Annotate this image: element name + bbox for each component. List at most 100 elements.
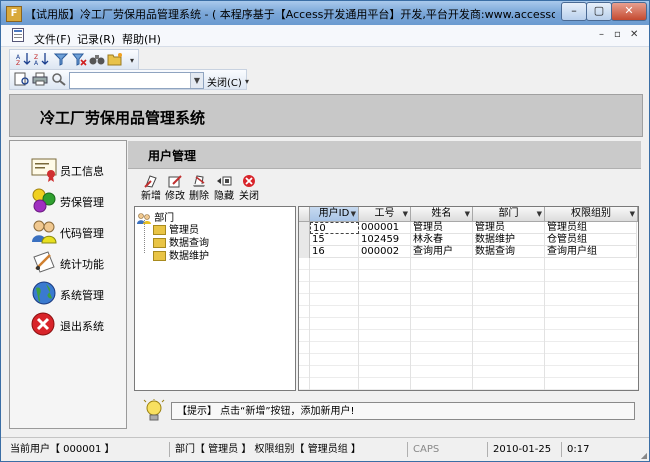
toolbar2-overflow-icon[interactable]: ▾ [245, 77, 249, 86]
chevron-down-icon[interactable]: ▼ [465, 207, 470, 221]
print-preview-icon[interactable] [14, 72, 30, 86]
chevron-down-icon[interactable]: ▼ [190, 73, 203, 88]
new-label: 新增 [141, 191, 161, 202]
table-cell[interactable]: 15 [310, 234, 359, 246]
sort-ascending-icon[interactable]: A Z [16, 52, 32, 66]
status-bar: 当前用户【 000001 】 部门【 管理员 】 权限组别【 管理员组 】 CA… [1, 437, 649, 461]
column-header-name[interactable]: 姓名 ▼ [411, 207, 473, 222]
tree-node-label: 数据维护 [169, 251, 209, 262]
filter-combo-input[interactable]: ▼ [69, 72, 204, 89]
table-cell[interactable]: 管理员 [473, 222, 545, 234]
users-grid[interactable]: 用户ID ▼ 工号 ▼ 姓名 ▼ 部门 ▼ 权限组别 ▼ 10 000001 管理员 管理… [298, 206, 639, 391]
nav-item-system-management[interactable]: 系统管理 [10, 280, 126, 308]
delete-label: 删除 [189, 191, 209, 202]
hide-button[interactable]: 隐藏 [212, 174, 236, 202]
table-cell[interactable]: 管理员组 [545, 222, 637, 234]
table-cell[interactable]: 102459 [359, 234, 411, 246]
tree-node[interactable]: 数据维护 [153, 247, 209, 262]
new-button[interactable]: 新增 [139, 174, 163, 202]
table-cell[interactable]: 查询用户组 [545, 246, 637, 258]
table-cell[interactable]: 数据维护 [473, 234, 545, 246]
menu-file[interactable]: 文件(F) [34, 31, 71, 47]
nav-item-code-management[interactable]: 代码管理 [10, 218, 126, 246]
status-time: 0:17 [561, 442, 631, 457]
form-menu-icon[interactable] [12, 28, 24, 42]
hide-icon [217, 176, 232, 186]
hint-bar: 【提示】 点击“新增”按钮，添加新用户! [141, 397, 637, 425]
chevron-down-icon[interactable]: ▼ [351, 207, 356, 221]
svg-text:A: A [34, 60, 39, 66]
column-header-label: 用户ID [318, 208, 350, 219]
window-title: 【试用版】冷工厂劳保用品管理系统 - ( 本程序基于【Access开发通用平台】… [25, 8, 555, 21]
mdi-restore-button[interactable]: ▫ [614, 29, 621, 40]
lightbulb-icon [143, 399, 165, 421]
close-form-button[interactable]: 关闭 [237, 174, 261, 202]
toolbar-overflow-icon[interactable]: ▾ [130, 56, 134, 65]
table-cell[interactable]: 林永春 [411, 234, 473, 246]
chevron-down-icon[interactable]: ▼ [537, 207, 542, 221]
nav-item-protection-management[interactable]: 劳保管理 [10, 187, 126, 215]
find-binoculars-icon[interactable] [89, 52, 105, 66]
mdi-close-button[interactable]: ✕ [630, 29, 638, 40]
open-folder-icon[interactable] [107, 52, 123, 66]
folder-icon [153, 251, 166, 261]
colored-balls-icon [32, 188, 56, 213]
chevron-down-icon[interactable]: ▼ [630, 207, 635, 221]
resize-grip-icon[interactable]: ◢ [641, 451, 647, 460]
table-cell[interactable]: 查询用户 [411, 246, 473, 258]
globe-icon [32, 281, 56, 305]
column-header-user-id[interactable]: 用户ID ▼ [310, 207, 359, 222]
menu-help[interactable]: 帮助(H) [122, 31, 161, 47]
grid-divider [410, 258, 411, 390]
nav-label: 系统管理 [60, 289, 104, 302]
delete-button[interactable]: 删除 [187, 174, 211, 202]
row-selector[interactable] [299, 222, 310, 234]
nav-item-exit-system[interactable]: 退出系统 [10, 311, 126, 339]
status-caps: CAPS [407, 442, 487, 457]
toolbar-close-button[interactable]: 关闭(C) [207, 74, 242, 89]
column-header-label: 姓名 [431, 208, 452, 219]
table-cell[interactable]: 16 [310, 246, 359, 258]
column-header-department[interactable]: 部门 ▼ [473, 207, 545, 222]
minimize-button[interactable]: – [561, 2, 587, 21]
close-label: 关闭 [239, 191, 259, 202]
mdi-minimize-button[interactable]: – [599, 29, 604, 40]
column-header-label: 工号 [374, 208, 395, 219]
chevron-down-icon[interactable]: ▼ [403, 207, 408, 221]
hide-label: 隐藏 [214, 191, 234, 202]
app-banner: 冷工厂劳保用品管理系统 [9, 94, 643, 137]
column-header-label: 部门 [498, 208, 519, 219]
sort-descending-icon[interactable]: Z A [34, 52, 50, 66]
hint-text: 【提示】 点击“新增”按钮，添加新用户! [171, 402, 635, 420]
table-cell[interactable]: 000002 [359, 246, 411, 258]
search-icon[interactable] [51, 72, 67, 86]
page-header: 用户管理 [128, 141, 641, 169]
new-icon [144, 175, 157, 188]
grid-divider [358, 258, 359, 390]
column-header-permission-group[interactable]: 权限组别 ▼ [545, 207, 638, 222]
close-window-button[interactable]: ✕ [611, 2, 647, 21]
nav-label: 员工信息 [60, 165, 104, 178]
menu-record[interactable]: 记录(R) [77, 31, 115, 47]
grid-corner [299, 207, 310, 222]
edit-button[interactable]: 修改 [163, 174, 187, 202]
nav-item-employee-info[interactable]: 员工信息 [10, 156, 126, 184]
maximize-button[interactable]: ▢ [586, 2, 612, 21]
department-tree[interactable]: 部门 管理员 数据查询 数据维护 [134, 206, 296, 391]
row-selector[interactable] [299, 234, 310, 246]
row-selector[interactable] [299, 246, 310, 258]
grid-divider [544, 258, 545, 390]
certificate-icon [31, 158, 57, 182]
title-bar[interactable]: F 【试用版】冷工厂劳保用品管理系统 - ( 本程序基于【Access开发通用平… [1, 1, 649, 25]
tree-connector [144, 220, 146, 253]
nav-item-statistics[interactable]: 统计功能 [10, 249, 126, 277]
table-cell[interactable]: 000001 [359, 222, 411, 234]
table-cell[interactable]: 管理员 [411, 222, 473, 234]
filter-icon[interactable] [53, 52, 69, 66]
table-cell[interactable]: 10 [310, 222, 359, 234]
table-cell[interactable]: 仓管员组 [545, 234, 637, 246]
print-icon[interactable] [32, 72, 48, 86]
table-cell[interactable]: 数据查询 [473, 246, 545, 258]
column-header-employee-no[interactable]: 工号 ▼ [359, 207, 411, 222]
remove-filter-icon[interactable] [71, 52, 87, 66]
